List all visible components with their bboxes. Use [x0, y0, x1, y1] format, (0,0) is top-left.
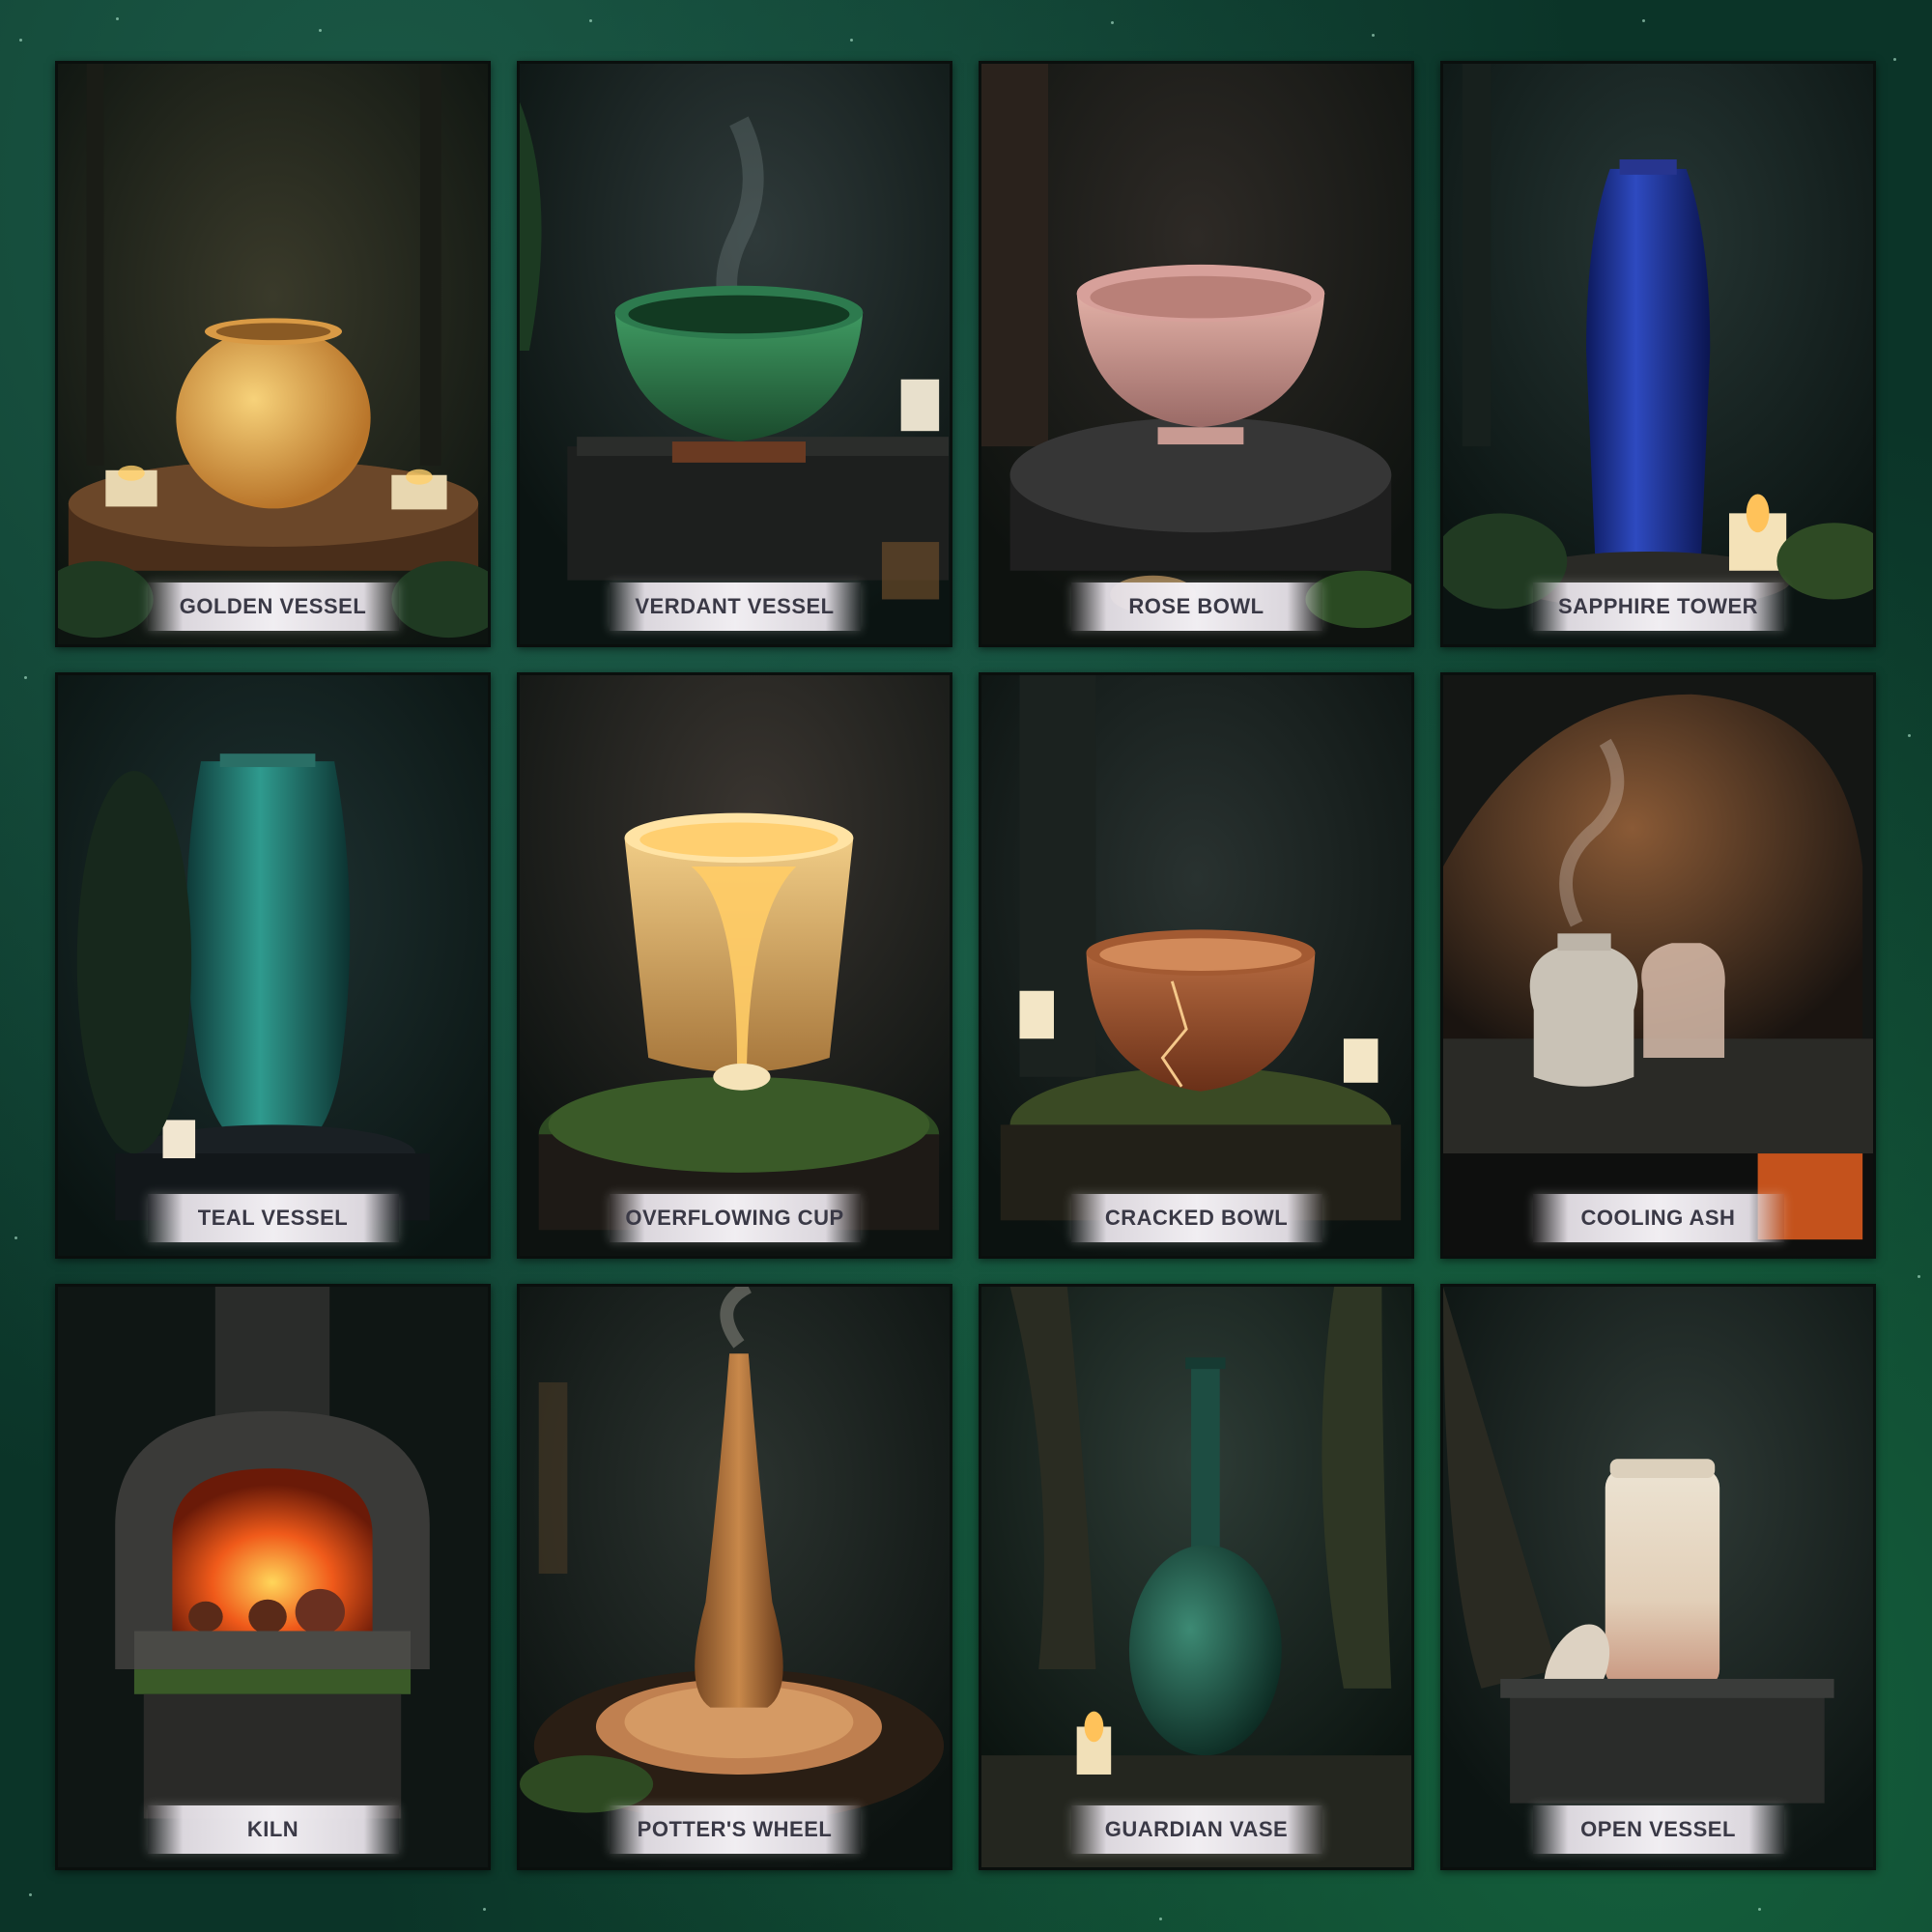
sparkle-dot — [483, 1908, 486, 1911]
sparkle-dot — [589, 19, 592, 22]
card-title: GOLDEN VESSEL — [179, 594, 367, 618]
cracked-bowl-image — [981, 675, 1411, 1256]
card-title: VERDANT VESSEL — [635, 594, 835, 618]
vessel-card-grid: GOLDEN VESSEL VERDANT VESSEL ROSE BOWL S… — [55, 61, 1877, 1870]
golden-vessel-image — [58, 64, 488, 644]
card-golden-vessel[interactable]: GOLDEN VESSEL — [55, 61, 491, 647]
open-vessel-image — [1443, 1287, 1873, 1867]
card-cracked-bowl[interactable]: CRACKED BOWL — [979, 672, 1414, 1259]
sparkle-dot — [1908, 734, 1911, 737]
card-title: OPEN VESSEL — [1580, 1817, 1736, 1841]
card-label-plate: COOLING ASH — [1532, 1194, 1784, 1242]
sparkle-dot — [850, 39, 853, 42]
teal-vessel-image — [58, 675, 488, 1256]
card-label-plate: POTTER'S WHEEL — [609, 1805, 861, 1854]
card-rose-bowl[interactable]: ROSE BOWL — [979, 61, 1414, 647]
card-label-plate: ROSE BOWL — [1070, 582, 1322, 631]
card-verdant-vessel[interactable]: VERDANT VESSEL — [517, 61, 952, 647]
card-kiln[interactable]: KILN — [55, 1284, 491, 1870]
overflowing-cup-image — [520, 675, 950, 1256]
card-label-plate: OVERFLOWING CUP — [609, 1194, 861, 1242]
sparkle-dot — [116, 17, 119, 20]
sparkle-dot — [1758, 1908, 1761, 1911]
card-open-vessel[interactable]: OPEN VESSEL — [1440, 1284, 1876, 1870]
card-title: SAPPHIRE TOWER — [1557, 594, 1759, 618]
sparkle-dot — [14, 1236, 17, 1239]
card-teal-vessel[interactable]: TEAL VESSEL — [55, 672, 491, 1259]
sparkle-dot — [319, 29, 322, 32]
card-label-plate: CRACKED BOWL — [1070, 1194, 1322, 1242]
card-cooling-ash[interactable]: COOLING ASH — [1440, 672, 1876, 1259]
card-overflowing-cup[interactable]: OVERFLOWING CUP — [517, 672, 952, 1259]
kiln-image — [58, 1287, 488, 1867]
card-label-plate: GOLDEN VESSEL — [147, 582, 399, 631]
card-label-plate: OPEN VESSEL — [1532, 1805, 1784, 1854]
rose-bowl-image — [981, 64, 1411, 644]
card-guardian-vase[interactable]: GUARDIAN VASE — [979, 1284, 1414, 1870]
sparkle-dot — [1893, 58, 1896, 61]
sparkle-dot — [1642, 19, 1645, 22]
sparkle-dot — [1372, 34, 1375, 37]
card-label-plate: SAPPHIRE TOWER — [1532, 582, 1784, 631]
card-title: COOLING ASH — [1580, 1206, 1736, 1230]
card-label-plate: KILN — [147, 1805, 399, 1854]
sparkle-dot — [24, 676, 27, 679]
verdant-vessel-image — [520, 64, 950, 644]
card-title: ROSE BOWL — [1128, 594, 1264, 618]
guardian-vase-image — [981, 1287, 1411, 1867]
sparkle-dot — [19, 39, 22, 42]
card-potters-wheel[interactable]: POTTER'S WHEEL — [517, 1284, 952, 1870]
sapphire-tower-image — [1443, 64, 1873, 644]
sparkle-dot — [1918, 1275, 1920, 1278]
card-title: CRACKED BOWL — [1104, 1206, 1289, 1230]
cooling-ash-image — [1443, 675, 1873, 1256]
sparkle-dot — [1159, 1918, 1162, 1920]
sparkle-dot — [29, 1893, 32, 1896]
card-label-plate: VERDANT VESSEL — [609, 582, 861, 631]
sparkle-dot — [1111, 21, 1114, 24]
card-title: GUARDIAN VASE — [1104, 1817, 1289, 1841]
card-label-plate: TEAL VESSEL — [147, 1194, 399, 1242]
card-title: POTTER'S WHEEL — [637, 1817, 833, 1841]
card-title: TEAL VESSEL — [197, 1206, 349, 1230]
card-title: KILN — [246, 1817, 299, 1841]
potters-wheel-image — [520, 1287, 950, 1867]
card-label-plate: GUARDIAN VASE — [1070, 1805, 1322, 1854]
card-sapphire-tower[interactable]: SAPPHIRE TOWER — [1440, 61, 1876, 647]
card-title: OVERFLOWING CUP — [625, 1206, 844, 1230]
